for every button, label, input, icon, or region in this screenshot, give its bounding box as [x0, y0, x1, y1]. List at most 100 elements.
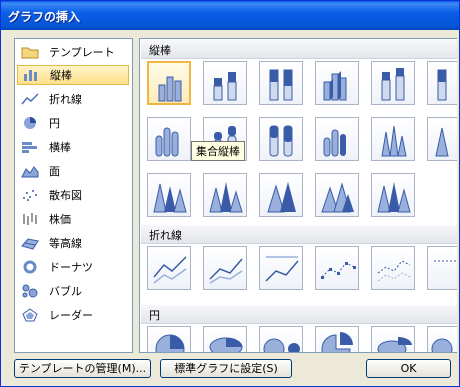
sidebar-item-label: 円 [49, 117, 60, 130]
bar-chart-icon [22, 142, 37, 153]
sidebar-item-scatter[interactable]: 散布図 [17, 185, 129, 205]
chart-thumb-clustered-cone[interactable] [371, 117, 415, 161]
window-title: グラフの挿入 [8, 10, 81, 24]
chart-thumb-stacked-pyramid[interactable] [315, 173, 359, 217]
chart-thumb-bar-of-pie[interactable] [427, 326, 457, 352]
line-markers-icon [321, 262, 356, 279]
3d-cone-icon [209, 182, 243, 213]
title-bar[interactable]: グラフの挿入 [1, 1, 459, 30]
chart-thumb-stacked-line-markers[interactable] [371, 246, 415, 290]
sidebar-item-area[interactable]: 面 [17, 161, 129, 181]
chart-gallery[interactable]: 縦棒 折れ線 円 [139, 38, 457, 353]
sidebar-item-radar[interactable]: レーダー [17, 305, 129, 325]
chart-thumb-3d-100-stacked-column[interactable] [427, 61, 457, 105]
chart-thumb-line[interactable] [147, 246, 191, 290]
exploded-pie-icon [321, 332, 353, 352]
manage-templates-button[interactable]: テンプレートの管理(M)... [14, 359, 151, 378]
chart-thumb-pie[interactable] [147, 326, 191, 352]
pie-thumb-icon [155, 334, 185, 352]
folder-icon [21, 47, 39, 59]
sidebar-item-label: ドーナツ [49, 261, 93, 274]
pyramid-chart-icon [267, 182, 296, 213]
percent-stacked-column-icon [269, 69, 293, 101]
chart-thumb-clustered-pyramid[interactable] [259, 173, 303, 217]
sidebar-item-label: バブル [49, 285, 82, 298]
sidebar-item-label: レーダー [49, 309, 93, 322]
area-chart-icon [21, 166, 39, 178]
sidebar-item-label: 横棒 [49, 141, 71, 154]
stacked-column-icon [213, 72, 237, 101]
stacked-pyramid-icon [321, 182, 354, 213]
3d-cylinder-icon [323, 129, 346, 157]
sidebar-item-label: 散布図 [49, 189, 82, 202]
sidebar-item-bar[interactable]: 横棒 [17, 137, 129, 157]
chart-thumb-3d-pyramid[interactable] [371, 173, 415, 217]
set-default-chart-button[interactable]: 標準グラフに設定(S) [160, 359, 292, 378]
surface-chart-icon [21, 238, 39, 250]
stacked-line-markers-icon [377, 260, 411, 282]
chart-thumb-pie-of-pie[interactable] [259, 326, 303, 352]
line-chart-icon [21, 93, 39, 105]
chart-thumb-3d-pie[interactable] [203, 326, 247, 352]
line-chart-thumb-icon [153, 256, 187, 284]
column-chart-icon [24, 70, 37, 81]
chart-thumb-stacked-column[interactable] [203, 61, 247, 105]
sidebar-item-doughnut[interactable]: ドーナツ [17, 257, 129, 277]
cylinder-chart-icon [155, 127, 179, 157]
chart-thumb-3d-cone[interactable] [203, 173, 247, 217]
chart-thumb-3d-stacked-column[interactable] [371, 61, 415, 105]
bar-of-pie-icon [431, 338, 453, 352]
sidebar-item-stock[interactable]: 株価 [17, 209, 129, 229]
section-header-pie: 円 [141, 305, 457, 324]
sidebar-item-line[interactable]: 折れ線 [17, 89, 129, 109]
percent-stacked-cylinder-icon [269, 125, 293, 157]
sidebar-item-bubble[interactable]: バブル [17, 281, 129, 301]
scatter-chart-icon [23, 190, 37, 201]
chart-thumb-3d-cylinder[interactable] [315, 117, 359, 161]
percent-line-markers-icon [434, 260, 457, 262]
chart-thumb-100-stacked-cone[interactable] [147, 173, 191, 217]
section-header-line: 折れ線 [141, 225, 457, 244]
chart-thumb-line-markers[interactable] [315, 246, 359, 290]
radar-chart-icon [22, 308, 38, 322]
cone-chart-icon [381, 125, 407, 157]
section-header-column: 縦棒 [141, 40, 457, 59]
pie-of-pie-icon [263, 338, 300, 352]
bubble-chart-icon [22, 284, 38, 298]
chart-thumb-3d-exploded-pie[interactable] [371, 326, 415, 352]
sidebar-item-column[interactable]: 縦棒 [17, 65, 129, 85]
ok-button[interactable]: OK [366, 359, 451, 378]
tooltip-clustered-column: 集合縦棒 [191, 141, 245, 161]
percent-cone-icon [153, 183, 187, 213]
sidebar-item-label: 折れ線 [49, 93, 82, 106]
chart-thumb-stacked-cone[interactable] [427, 117, 457, 161]
chart-thumb-100-stacked-line[interactable] [259, 246, 303, 290]
chart-thumb-3d-clustered-column[interactable] [315, 61, 359, 105]
3d-exploded-pie-icon [377, 337, 412, 352]
clustered-column-icon [158, 76, 182, 102]
chart-thumb-stacked-line[interactable] [203, 246, 247, 290]
3d-percent-stacked-column-icon [437, 69, 447, 101]
percent-line-icon [265, 256, 299, 282]
chart-thumb-100-stacked-column[interactable] [259, 61, 303, 105]
stock-chart-icon [23, 213, 37, 225]
chart-thumb-100-line-markers[interactable] [427, 246, 457, 290]
chart-thumb-100-stacked-cylinder[interactable] [259, 117, 303, 161]
section-title: 縦棒 [149, 44, 171, 57]
sidebar-item-label: 等高線 [49, 237, 82, 250]
chart-thumb-clustered-cylinder[interactable] [147, 117, 191, 161]
chart-category-list: テンプレート 縦棒 折れ線 円 横棒 面 散布図 株価 等高線 ドーナツ バブル… [14, 38, 133, 353]
3d-pie-icon [209, 337, 243, 352]
sidebar-item-surface[interactable]: 等高線 [17, 233, 129, 253]
sidebar-item-label: 縦棒 [50, 69, 72, 82]
sidebar-item-pie[interactable]: 円 [17, 113, 129, 133]
sidebar-item-templates[interactable]: テンプレート [17, 42, 129, 62]
chart-thumb-exploded-pie[interactable] [315, 326, 359, 352]
stacked-cone-icon [435, 127, 449, 157]
3d-pyramid-icon [377, 182, 411, 213]
chart-thumb-clustered-column[interactable] [147, 61, 191, 105]
dialog-body: テンプレート 縦棒 折れ線 円 横棒 面 散布図 株価 等高線 ドーナツ バブル… [4, 30, 457, 382]
section-title: 折れ線 [149, 229, 182, 242]
section-title: 円 [149, 309, 160, 322]
doughnut-chart-icon [23, 260, 37, 274]
